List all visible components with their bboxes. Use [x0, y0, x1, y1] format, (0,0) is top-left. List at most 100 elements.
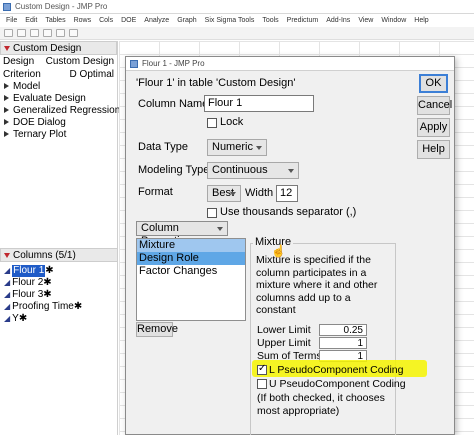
help-button[interactable]: Help	[417, 140, 450, 159]
continuous-column-icon: ◢	[4, 314, 11, 323]
table-prop-key: Criterion	[3, 69, 41, 80]
column-marker: ✱	[45, 265, 54, 276]
table-prop-value: D Optimal	[69, 69, 114, 80]
play-icon[interactable]	[4, 131, 9, 138]
mixture-description: Mixture is specified if the column parti…	[256, 254, 378, 316]
modeling-type-label: Modeling Type	[138, 164, 210, 176]
lower-limit-input[interactable]: 0.25	[319, 324, 367, 336]
menu-item-six-sigma-tools[interactable]: Six Sigma Tools	[201, 17, 259, 24]
table-name: Custom Design	[13, 42, 82, 54]
data-type-label: Data Type	[138, 141, 188, 153]
play-icon[interactable]	[4, 107, 9, 114]
window-titlebar: Custom Design - JMP Pro	[0, 0, 474, 14]
format-label: Format	[138, 186, 173, 198]
toolbar-cut-icon[interactable]	[43, 29, 52, 37]
table-prop-row: Criterion D Optimal	[0, 68, 117, 81]
table-prop-key: Design	[3, 56, 35, 67]
play-icon[interactable]	[4, 95, 9, 102]
upper-limit-label: Upper Limit	[257, 337, 311, 349]
remove-button[interactable]: Remove	[136, 322, 178, 337]
toolbar-new-icon[interactable]	[4, 29, 13, 37]
script-ternary-plot[interactable]: Ternary Plot	[0, 129, 117, 141]
column-marker: ✱	[43, 289, 52, 300]
menu-item-doe[interactable]: DOE	[117, 17, 140, 24]
menu-item-add-ins[interactable]: Add-Ins	[322, 17, 354, 24]
toolbar	[0, 27, 474, 40]
red-triangle-icon[interactable]	[4, 252, 10, 258]
menu-item-view[interactable]: View	[354, 17, 377, 24]
script-generalized-regression[interactable]: Generalized Regression	[0, 105, 120, 117]
upper-limit-input[interactable]: 1	[319, 337, 367, 349]
red-triangle-icon[interactable]	[4, 45, 10, 51]
jmp-app-icon	[130, 59, 138, 68]
hand-cursor-icon: ☝	[271, 244, 286, 258]
column-item-proofing-time[interactable]: ◢ Proofing Time ✱	[0, 301, 118, 313]
toolbar-paste-icon[interactable]	[69, 29, 78, 37]
properties-list: Mixture Design Role Factor Changes	[136, 238, 246, 321]
script-doe-dialog[interactable]: DOE Dialog	[0, 117, 117, 129]
data-type-select[interactable]: Numeric	[207, 139, 267, 156]
column-marker: ✱	[43, 277, 52, 288]
chevron-down-icon	[256, 146, 262, 150]
play-icon[interactable]	[4, 119, 9, 126]
column-item-flour-2[interactable]: ◢ Flour 2 ✱	[0, 277, 118, 289]
play-icon[interactable]	[4, 83, 9, 90]
column-marker: ✱	[73, 301, 83, 312]
chevron-down-icon	[288, 169, 294, 173]
list-item[interactable]: Mixture	[137, 239, 245, 252]
toolbar-open-icon[interactable]	[17, 29, 26, 37]
format-select[interactable]: Best	[207, 185, 241, 202]
menu-item-tables[interactable]: Tables	[41, 17, 69, 24]
l-pseudo-label: L PseudoComponent Coding	[269, 364, 404, 376]
jmp-app-icon	[3, 2, 11, 11]
lock-checkbox[interactable]	[207, 118, 217, 128]
menu-item-graph[interactable]: Graph	[173, 17, 200, 24]
cancel-button[interactable]: Cancel	[417, 96, 452, 115]
l-pseudo-checkbox[interactable]	[257, 363, 267, 375]
column-name-label: Column Name	[138, 98, 209, 110]
menu-item-rows[interactable]: Rows	[70, 17, 96, 24]
script-model[interactable]: Model	[0, 81, 117, 93]
menu-item-window[interactable]: Window	[377, 17, 410, 24]
modeling-type-select[interactable]: Continuous	[207, 162, 299, 179]
table-panel-header[interactable]: Custom Design	[0, 41, 117, 55]
list-item[interactable]: Design Role	[137, 252, 245, 265]
script-evaluate-design[interactable]: Evaluate Design	[0, 93, 117, 105]
menu-item-help[interactable]: Help	[410, 17, 432, 24]
menu-item-file[interactable]: File	[2, 17, 21, 24]
width-input[interactable]: 12	[276, 185, 298, 202]
continuous-column-icon: ◢	[4, 278, 11, 287]
chevron-down-icon	[230, 192, 236, 196]
dialog-title: Flour 1 - JMP Pro	[142, 59, 205, 68]
continuous-column-icon: ◢	[4, 290, 11, 299]
ok-button[interactable]: OK	[419, 74, 448, 93]
column-item-y[interactable]: ◢ Y ✱	[0, 313, 118, 325]
column-name-input[interactable]: Flour 1	[204, 95, 314, 112]
table-note: 'Flour 1' in table 'Custom Design'	[136, 77, 296, 89]
column-properties-button[interactable]: Column Properties	[136, 221, 228, 247]
column-marker: ✱	[18, 313, 28, 324]
menu-item-tools[interactable]: Tools	[258, 17, 282, 24]
menu-item-cols[interactable]: Cols	[95, 17, 117, 24]
toolbar-copy-icon[interactable]	[56, 29, 65, 37]
thousands-checkbox[interactable]	[207, 208, 217, 218]
window-title: Custom Design - JMP Pro	[15, 2, 108, 11]
thousands-label: Use thousands separator (,)	[220, 206, 357, 218]
lock-label: Lock	[220, 116, 244, 128]
width-label: Width	[245, 187, 274, 199]
u-pseudo-checkbox[interactable]	[257, 379, 267, 389]
menu-item-edit[interactable]: Edit	[21, 17, 41, 24]
table-left-panel: Custom Design Design Custom Design Crite…	[0, 41, 120, 435]
toolbar-save-icon[interactable]	[30, 29, 39, 37]
table-prop-row: Design Custom Design	[0, 55, 117, 68]
column-item-flour-1[interactable]: ◢ Flour 1 ✱	[0, 265, 118, 277]
columns-panel-header[interactable]: Columns (5/1)	[0, 248, 118, 262]
list-item[interactable]: Factor Changes	[137, 265, 245, 278]
menu-item-analyze[interactable]: Analyze	[140, 17, 173, 24]
continuous-column-icon: ◢	[4, 302, 11, 311]
chevron-down-icon	[217, 227, 223, 231]
column-item-flour-3[interactable]: ◢ Flour 3 ✱	[0, 289, 118, 301]
table-prop-value: Custom Design	[45, 56, 114, 67]
menu-item-predictum[interactable]: Predictum	[283, 17, 323, 24]
apply-button[interactable]: Apply	[417, 118, 450, 137]
